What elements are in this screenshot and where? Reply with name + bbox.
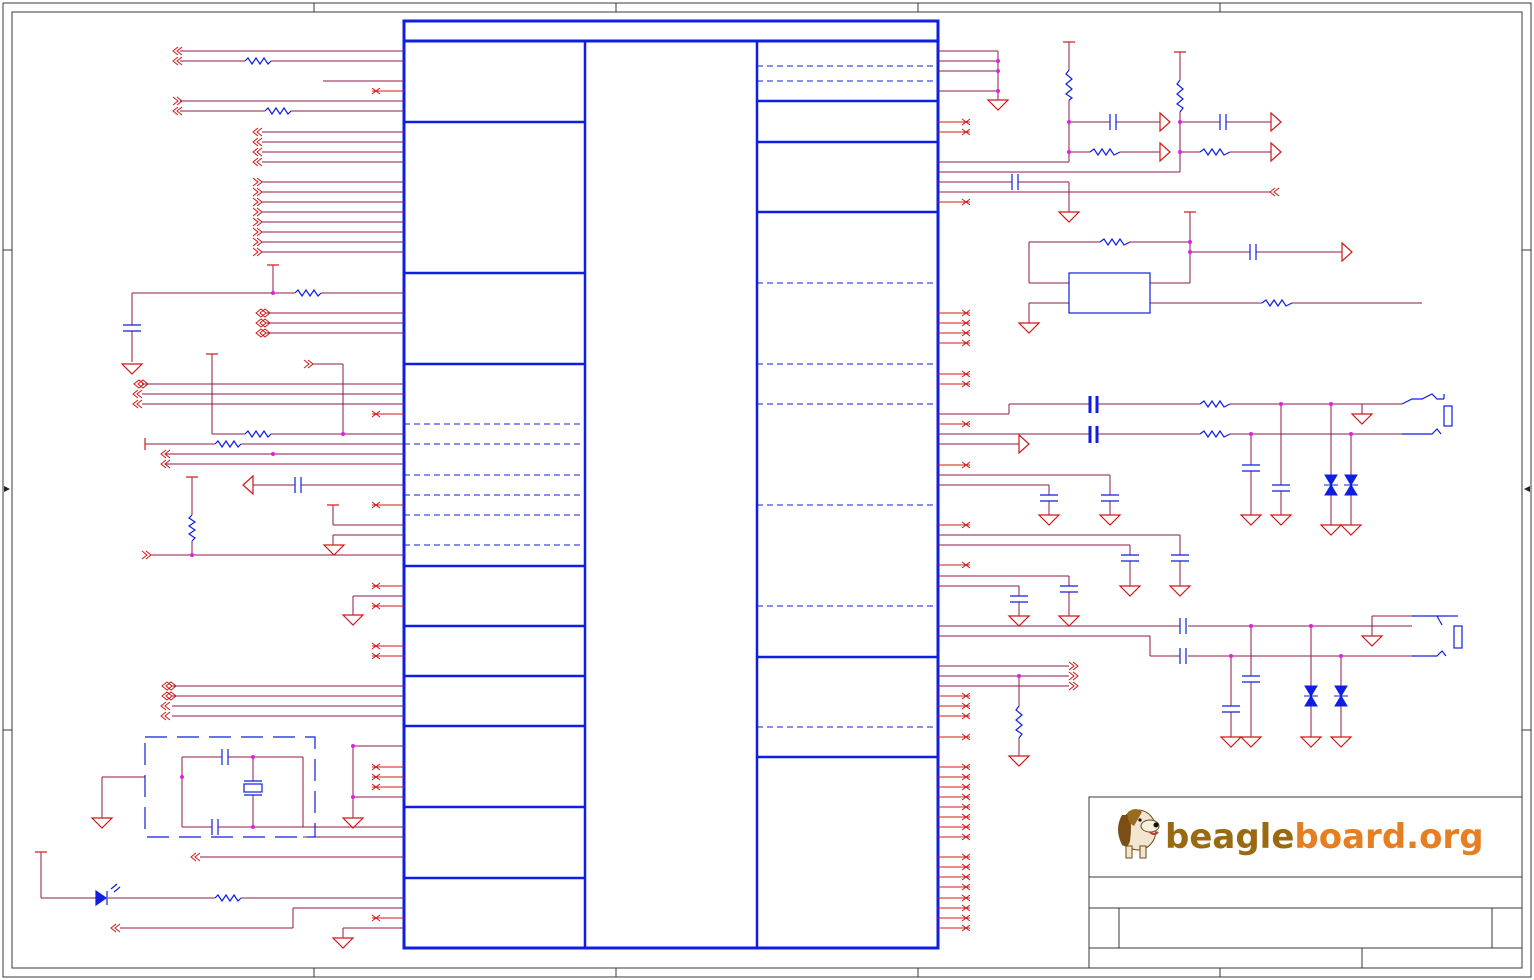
frame-arrows [4, 486, 1530, 492]
right-wires [938, 42, 1422, 706]
logo-word-beagle: beagle [1165, 817, 1294, 857]
logo-word-org: .org [1406, 817, 1483, 857]
logo-text: beagleboard.org [1165, 817, 1484, 857]
schematic-sheet: beagleboard.org [2, 2, 1532, 978]
no-connect-marks [371, 87, 971, 932]
cap-leads [131, 331, 1352, 737]
codec-ic [402, 19, 940, 950]
oscillator-module [1068, 272, 1151, 314]
crystal-outline [144, 736, 316, 838]
resistors [187, 56, 1293, 903]
led-icon [95, 883, 121, 907]
power-rails [35, 41, 1196, 853]
left-wires [40, 50, 404, 938]
hound-icon [1118, 809, 1160, 859]
audio-jack-icon [1401, 393, 1463, 657]
logo-word-board: board [1294, 817, 1406, 857]
electrolytic-caps [1088, 396, 1099, 443]
pin-stubs [372, 90, 970, 929]
crystal-icon [243, 780, 263, 796]
offsheet-connectors [110, 46, 1280, 933]
